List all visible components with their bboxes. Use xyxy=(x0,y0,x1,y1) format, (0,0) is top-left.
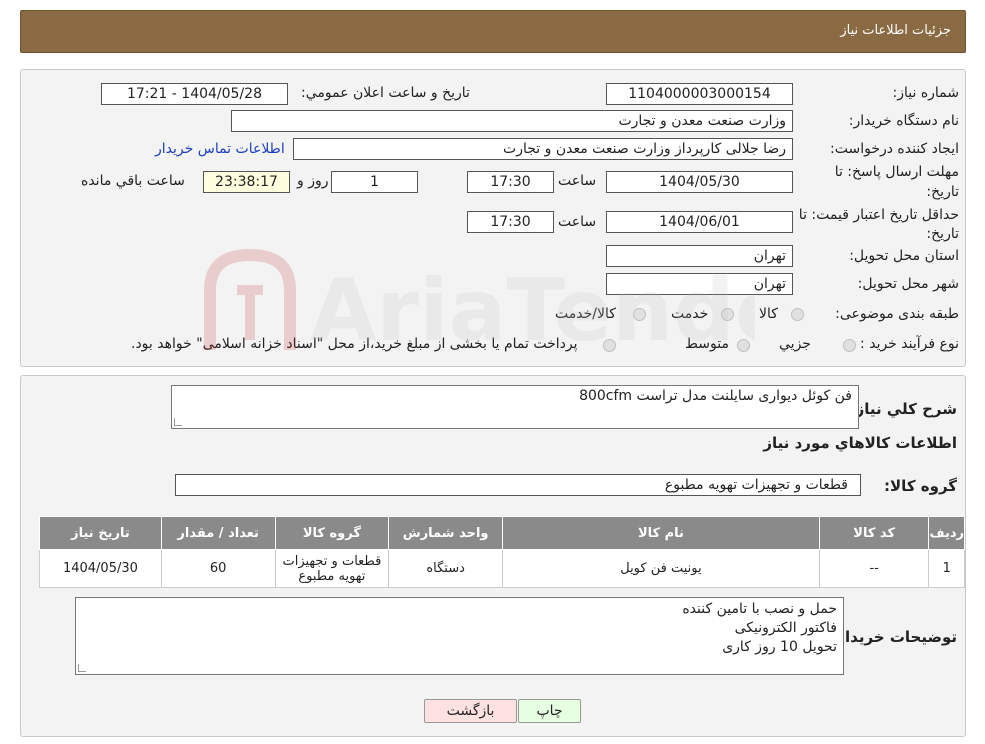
price-valid-date-field: 1404/06/01 xyxy=(606,211,793,233)
category-radio-service[interactable] xyxy=(721,308,734,321)
category-option-goods: كالا xyxy=(759,306,778,322)
need-info-panel: شماره نیاز: 1104000003000154 تاریخ و ساع… xyxy=(20,69,966,367)
goods-table: رديف كد كالا نام كالا واحد شمارش گروه كا… xyxy=(39,516,965,588)
process-option-medium: متوسط xyxy=(685,336,729,352)
goods-group-label: گروه كالا: xyxy=(884,477,957,495)
col-unit: واحد شمارش xyxy=(388,516,503,550)
goods-group-field: قطعات و تجهیزات تهویه مطبوع xyxy=(175,474,861,496)
col-qty: تعداد / مقدار xyxy=(160,516,276,550)
table-row: 1 -- یونیت فن کویل دستگاه قطعات و تجهیزا… xyxy=(39,549,965,588)
reply-time-label: ساعت xyxy=(558,173,597,189)
category-radio-goods[interactable] xyxy=(791,308,804,321)
province-field: تهران xyxy=(606,245,793,267)
need-details-panel: شرح كلي نياز: فن کوئل دیواری سایلنت مدل … xyxy=(20,375,966,737)
price-valid-label-2: تاريخ: xyxy=(926,226,959,242)
process-note: پرداخت تمام يا بخشی از مبلغ خريد،از محل … xyxy=(131,336,578,352)
buyer-note-line: فاکتور الکترونیکی xyxy=(734,620,837,636)
process-option-minor: جزيي xyxy=(779,336,811,352)
province-label: استان محل تحويل: xyxy=(849,248,959,264)
col-row: رديف xyxy=(928,516,965,550)
reply-deadline-label: مهلت ارسال پاسخ: تا xyxy=(834,164,959,180)
reply-date-field: 1404/05/30 xyxy=(606,171,793,193)
buyer-notes-textarea[interactable]: حمل و نصب با تامین کننده فاکتور الکترونی… xyxy=(75,597,844,675)
announce-datetime-field: 1404/05/28 - 17:21 xyxy=(101,83,288,105)
buyer-note-line: تحویل 10 روز کاری xyxy=(722,639,837,655)
process-radio-medium[interactable] xyxy=(737,339,750,352)
page-header: جزئیات اطلاعات نیاز xyxy=(20,10,966,53)
creator-label: ايجاد كننده درخواست: xyxy=(830,141,959,157)
price-valid-label: حداقل تاريخ اعتبار قيمت: تا xyxy=(798,207,959,223)
buyer-contact-link[interactable]: اطلاعات تماس خريدار xyxy=(155,141,285,157)
description-label: شرح كلي نياز: xyxy=(849,400,957,418)
reply-time-field: 17:30 xyxy=(467,171,554,193)
description-textarea[interactable]: فن کوئل دیواری سایلنت مدل تراست 800cfm xyxy=(171,385,859,429)
announce-label: تاریخ و ساعت اعلان عمومي: xyxy=(301,85,470,101)
cell-date: 1404/05/30 xyxy=(39,549,162,588)
need-number-label: شماره نیاز: xyxy=(892,85,960,101)
cell-group: قطعات و تجهیزات تهویه مطبوع xyxy=(274,549,390,588)
goods-table-header: رديف كد كالا نام كالا واحد شمارش گروه كا… xyxy=(39,516,965,550)
city-label: شهر محل تحويل: xyxy=(857,276,959,292)
buyer-notes-label: توضيحات خريدار: xyxy=(830,628,957,646)
process-label: نوع فرآيند خريد : xyxy=(860,336,959,352)
page-title: جزئیات اطلاعات نیاز xyxy=(840,23,951,38)
buyer-org-field: وزارت صنعت معدن و تجارت xyxy=(231,110,793,132)
category-label: طبقه بندی موضوعی: xyxy=(835,306,959,322)
cell-name: یونیت فن کویل xyxy=(502,549,820,588)
creator-field: رضا جلالی کارپرداز وزارت صنعت معدن و تجا… xyxy=(293,138,793,160)
need-number-field: 1104000003000154 xyxy=(606,83,793,105)
buyer-org-label: نام دستگاه خريدار: xyxy=(848,113,959,129)
price-valid-time-field: 17:30 xyxy=(467,211,554,233)
remaining-label: ساعت باقي مانده xyxy=(81,173,185,189)
col-code: كد كالا xyxy=(818,516,930,550)
cell-code: -- xyxy=(818,549,930,588)
process-treasury-checkbox[interactable] xyxy=(603,339,616,352)
remaining-time-field: 23:38:17 xyxy=(203,171,290,193)
process-radio-minor[interactable] xyxy=(843,339,856,352)
goods-info-title: اطلاعات كالاهاي مورد نياز xyxy=(763,434,957,452)
back-button[interactable]: بازگشت xyxy=(424,699,517,723)
category-option-service: خدمت xyxy=(671,306,709,322)
price-valid-time-label: ساعت xyxy=(558,214,597,230)
reply-deadline-label-2: تاريخ: xyxy=(926,184,959,200)
buyer-note-line: حمل و نصب با تامین کننده xyxy=(682,601,837,617)
city-field: تهران xyxy=(606,273,793,295)
category-radio-goods-service[interactable] xyxy=(633,308,646,321)
days-field: 1 xyxy=(331,171,418,193)
cell-row: 1 xyxy=(928,549,965,588)
category-option-goods-service: كالا/خدمت xyxy=(555,306,616,322)
cell-qty: 60 xyxy=(160,549,276,588)
resize-grip-icon[interactable] xyxy=(78,664,86,672)
description-text: فن کوئل دیواری سایلنت مدل تراست 800cfm xyxy=(579,388,852,404)
col-group: گروه كالا xyxy=(274,516,390,550)
days-label: روز و xyxy=(297,173,329,189)
cell-unit: دستگاه xyxy=(388,549,503,588)
col-date: تاريخ نياز xyxy=(39,516,162,550)
resize-grip-icon[interactable] xyxy=(174,418,182,426)
col-name: نام كالا xyxy=(502,516,820,550)
print-button[interactable]: چاپ xyxy=(518,699,581,723)
